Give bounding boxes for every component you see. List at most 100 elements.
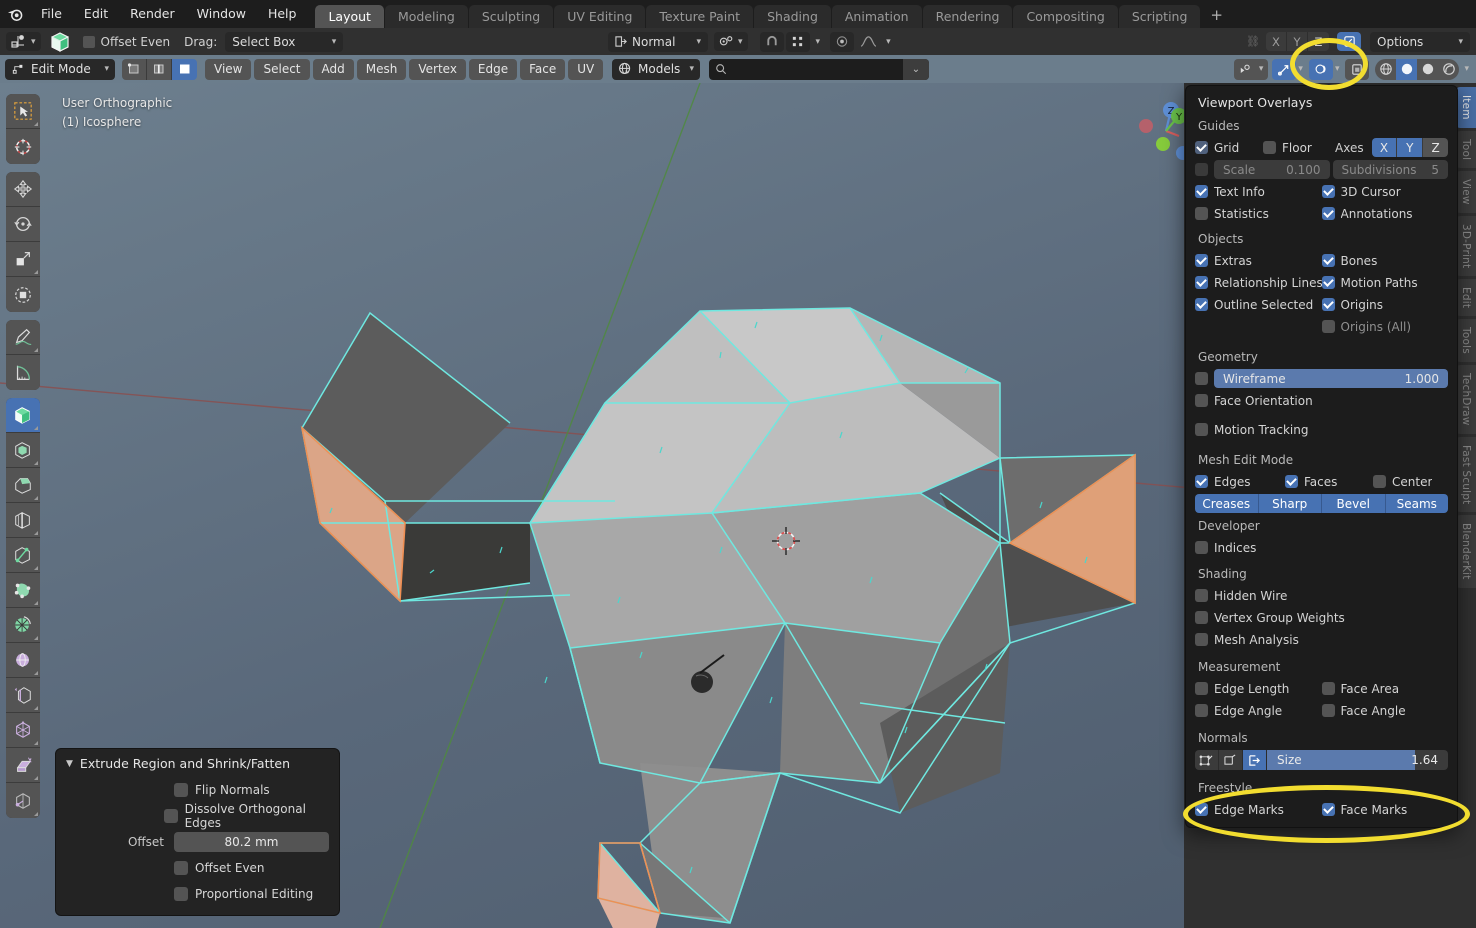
measure-tool[interactable] (6, 355, 40, 390)
proportional-editing-checkbox[interactable] (174, 887, 188, 901)
xray-toggle[interactable] (1345, 58, 1370, 80)
annotations-checkbox[interactable] (1321, 207, 1335, 220)
menu-render[interactable]: Render (119, 0, 186, 28)
npanel-tab-edit[interactable]: Edit (1456, 278, 1476, 317)
text-info-toggle[interactable]: Text Info (1195, 185, 1322, 199)
mesh-center-toggle[interactable]: Center (1373, 475, 1448, 489)
asset-library-dropdown[interactable]: Models ▾ (612, 58, 700, 80)
statistics-toggle[interactable]: Statistics (1195, 207, 1322, 221)
loop-cut-tool[interactable] (6, 503, 40, 538)
face-angle-toggle[interactable]: Face Angle (1321, 704, 1449, 718)
npanel-tab-tools[interactable]: Tools (1456, 319, 1476, 362)
npanel-tab-tool[interactable]: Tool (1456, 130, 1476, 168)
outline-selected-toggle[interactable]: Outline Selected (1195, 298, 1322, 312)
menu-help[interactable]: Help (257, 0, 308, 28)
bones-toggle[interactable]: Bones (1321, 254, 1449, 268)
vertex-group-weights-row[interactable]: Vertex Group Weights (1195, 608, 1448, 627)
annotate-tool[interactable] (6, 320, 40, 355)
edge-marks-toggle[interactable]: Edge Marks (1195, 803, 1322, 817)
rip-region-tool[interactable] (6, 783, 40, 818)
mesh-analysis-checkbox[interactable] (1195, 633, 1208, 646)
tweak-select-tool[interactable] (6, 94, 40, 129)
floor-checkbox[interactable] (1263, 141, 1276, 154)
tab-rendering[interactable]: Rendering (922, 5, 1013, 28)
shear-tool[interactable] (6, 748, 40, 783)
snap-magnet-toggle[interactable] (759, 31, 784, 52)
transform-tool[interactable] (6, 277, 40, 312)
viewport-menu-uv[interactable]: UV (568, 58, 604, 80)
mesh-faces-checkbox[interactable] (1285, 475, 1298, 488)
search-dropdown-cap[interactable]: ⌄ (903, 58, 929, 80)
extras-toggle[interactable]: Extras (1195, 254, 1322, 268)
flip-normals-checkbox[interactable] (174, 783, 188, 797)
text-info-checkbox[interactable] (1195, 185, 1208, 198)
tab-animation[interactable]: Animation (831, 5, 922, 28)
wireframe-checkbox[interactable] (1195, 372, 1208, 385)
edge-slide-tool[interactable] (6, 678, 40, 713)
falloff-dropdown[interactable] (856, 32, 880, 52)
viewport-menu-select[interactable]: Select (254, 58, 310, 80)
dissolve-orthogonal-edges-checkbox[interactable] (163, 809, 178, 823)
extrude-region-tool[interactable] (6, 398, 40, 433)
rendered-shading[interactable] (1438, 59, 1459, 80)
viewport-menu-vertex[interactable]: Vertex (409, 58, 466, 80)
relationship-lines-checkbox[interactable] (1195, 276, 1208, 289)
mesh-edges-toggle[interactable]: Edges (1195, 475, 1285, 489)
transform-orientation-dropdown[interactable]: Normal ▾ (608, 31, 708, 52)
hidden-wire-row[interactable]: Hidden Wire (1195, 586, 1448, 605)
wireframe-slider[interactable]: Wireframe 1.000 (1214, 369, 1448, 388)
grid-subdivisions-slider[interactable]: Subdivisions 5 (1332, 160, 1448, 179)
grid-toggle[interactable]: Grid (1195, 141, 1263, 155)
grid-checkbox[interactable] (1195, 141, 1208, 154)
offset-even-checkbox[interactable] (174, 861, 188, 875)
origins-toggle[interactable]: Origins (1321, 298, 1449, 312)
floor-toggle[interactable]: Floor (1263, 141, 1335, 155)
viewport-menu-face[interactable]: Face (520, 58, 566, 80)
inset-faces-tool[interactable] (6, 433, 40, 468)
viewport-menu-mesh[interactable]: Mesh (356, 58, 407, 80)
statistics-checkbox[interactable] (1195, 207, 1208, 220)
npanel-tab-3d-print[interactable]: 3D-Print (1456, 215, 1476, 276)
chevron-down-icon[interactable]: ▾ (886, 37, 891, 47)
viewport-menu-view[interactable]: View (205, 58, 252, 80)
face-marks-checkbox[interactable] (1321, 803, 1335, 816)
scale-tool[interactable] (6, 242, 40, 277)
edge-angle-toggle[interactable]: Edge Angle (1195, 704, 1322, 718)
motion-tracking-row[interactable]: Motion Tracking (1195, 420, 1448, 439)
tab-modeling[interactable]: Modeling (384, 5, 468, 28)
knife-tool[interactable] (6, 538, 40, 573)
viewport-menu-edge[interactable]: Edge (468, 58, 518, 80)
menu-file[interactable]: File (30, 0, 73, 28)
3d-cursor-checkbox[interactable] (1321, 185, 1335, 198)
3d-cursor-toggle[interactable]: 3D Cursor (1321, 185, 1449, 199)
sharp-button[interactable]: Sharp (1258, 494, 1322, 513)
bevel-tool[interactable] (6, 468, 40, 503)
spin-tool[interactable] (6, 608, 40, 643)
op-row-offset-even[interactable]: Offset Even (66, 858, 329, 878)
normals-size-slider[interactable]: Size 1.64 (1267, 750, 1448, 770)
hidden-wire-checkbox[interactable] (1195, 589, 1208, 602)
axis-lock-z[interactable]: Z (1308, 32, 1329, 51)
outline-selected-checkbox[interactable] (1195, 298, 1208, 311)
face-select-mode[interactable] (172, 58, 197, 80)
grid-scale-slider[interactable]: Scale 0.100 (1214, 160, 1330, 179)
face-normals-toggle[interactable] (1243, 750, 1267, 770)
op-row-offset[interactable]: Offset 80.2 mm (66, 832, 329, 852)
drag-mode-dropdown[interactable]: Select Box ▾ (225, 31, 344, 52)
add-workspace-button[interactable]: + (1201, 5, 1232, 28)
mesh-center-checkbox[interactable] (1373, 475, 1386, 488)
vertex-select-mode[interactable] (122, 58, 147, 80)
cube-green-icon[interactable] (47, 31, 73, 53)
tab-compositing[interactable]: Compositing (1013, 5, 1118, 28)
operator-redo-panel[interactable]: ▼ Extrude Region and Shrink/Fatten Flip … (55, 748, 340, 916)
edge-length-checkbox[interactable] (1195, 682, 1208, 695)
face-marks-toggle[interactable]: Face Marks (1321, 803, 1449, 817)
tab-sculpting[interactable]: Sculpting (468, 5, 554, 28)
smooth-tool[interactable] (6, 643, 40, 678)
face-area-toggle[interactable]: Face Area (1321, 682, 1449, 696)
correct-face-attributes-toggle[interactable] (1337, 32, 1361, 51)
npanel-tab-fast-sculpt[interactable]: Fast Sculpt (1456, 436, 1476, 512)
origins-all-toggle[interactable]: Origins (All) (1321, 320, 1449, 334)
edge-length-toggle[interactable]: Edge Length (1195, 682, 1322, 696)
motion-paths-checkbox[interactable] (1321, 276, 1335, 289)
